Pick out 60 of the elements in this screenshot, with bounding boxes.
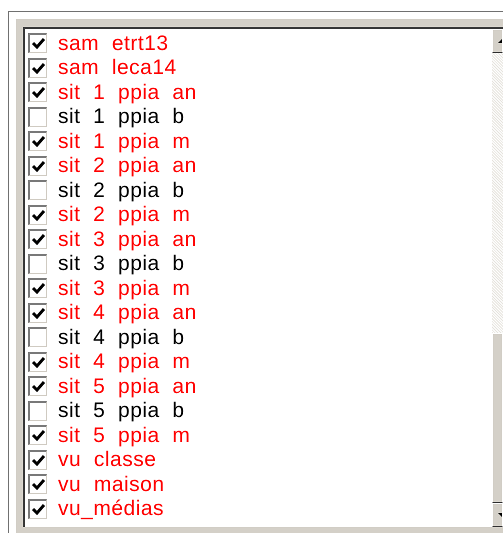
checkbox[interactable]	[28, 254, 47, 274]
item-label[interactable]: sit 2 ppia an	[58, 155, 197, 176]
item-label[interactable]: sit 4 ppia an	[58, 302, 197, 324]
item-label[interactable]: sit 3 ppia an	[58, 228, 197, 250]
checkbox[interactable]	[28, 474, 47, 494]
checkbox[interactable]	[28, 352, 47, 372]
checkmark-icon	[32, 504, 44, 515]
checkbox[interactable]	[28, 106, 47, 127]
up-arrow-icon	[498, 39, 502, 43]
item-label[interactable]: vu_médias	[58, 498, 164, 520]
checkmark-icon	[32, 234, 44, 246]
checkmark-icon	[32, 87, 44, 98]
checkmark-icon	[32, 136, 44, 148]
checkmark-icon	[32, 430, 44, 442]
checkmark-icon	[32, 160, 44, 172]
item-label[interactable]: sit 5 ppia an	[58, 376, 197, 397]
checkmark-icon	[32, 210, 44, 221]
item-label[interactable]: sit 1 ppia an	[58, 82, 197, 103]
checkmark-icon	[32, 38, 44, 50]
checkbox[interactable]	[28, 278, 47, 298]
checkmark-icon	[32, 62, 44, 74]
checkbox[interactable]	[28, 327, 47, 348]
item-label[interactable]: vu maison	[58, 474, 165, 495]
checkmark-icon	[32, 479, 44, 490]
item-label[interactable]: sam leca14	[58, 57, 177, 78]
checkbox[interactable]	[28, 131, 47, 152]
item-label[interactable]: sam etrt13	[58, 32, 169, 54]
checkmark-icon	[32, 381, 44, 392]
checkbox[interactable]	[28, 58, 47, 78]
checkmark-icon	[32, 454, 44, 466]
scroll-thumb[interactable]	[492, 333, 503, 503]
checkbox[interactable]	[28, 180, 47, 200]
checkbox[interactable]	[28, 498, 47, 519]
checkbox[interactable]	[28, 376, 47, 396]
item-label[interactable]: sit 5 ppia b	[58, 400, 185, 422]
checkbox[interactable]	[28, 302, 47, 323]
checkbox[interactable]	[28, 400, 47, 421]
checkbox[interactable]	[28, 204, 47, 225]
item-label[interactable]: sit 4 ppia m	[58, 351, 190, 372]
scroll-down-button[interactable]	[492, 503, 503, 527]
item-label[interactable]: vu classe	[58, 449, 156, 470]
item-label[interactable]: sit 4 ppia b	[58, 326, 185, 348]
checkbox[interactable]	[28, 229, 47, 250]
item-label[interactable]: sit 1 ppia m	[58, 130, 190, 152]
checkbox[interactable]	[28, 156, 47, 176]
item-label[interactable]: sit 5 ppia m	[58, 424, 190, 446]
checkmark-icon	[32, 283, 44, 294]
checkbox[interactable]	[28, 33, 47, 54]
down-arrow-icon	[498, 513, 502, 517]
item-label[interactable]: sit 2 ppia m	[58, 204, 190, 226]
item-label[interactable]: sit 3 ppia m	[58, 278, 190, 299]
item-label[interactable]: sit 2 ppia b	[58, 180, 185, 201]
scroll-up-button[interactable]	[492, 29, 503, 53]
checkmark-icon	[32, 308, 44, 319]
checkbox[interactable]	[28, 425, 47, 446]
item-label[interactable]: sit 3 ppia b	[58, 253, 185, 274]
checkbox[interactable]	[28, 82, 47, 102]
checkmark-icon	[32, 356, 44, 368]
checkbox[interactable]	[28, 450, 47, 470]
item-label[interactable]: sit 1 ppia b	[58, 106, 185, 128]
